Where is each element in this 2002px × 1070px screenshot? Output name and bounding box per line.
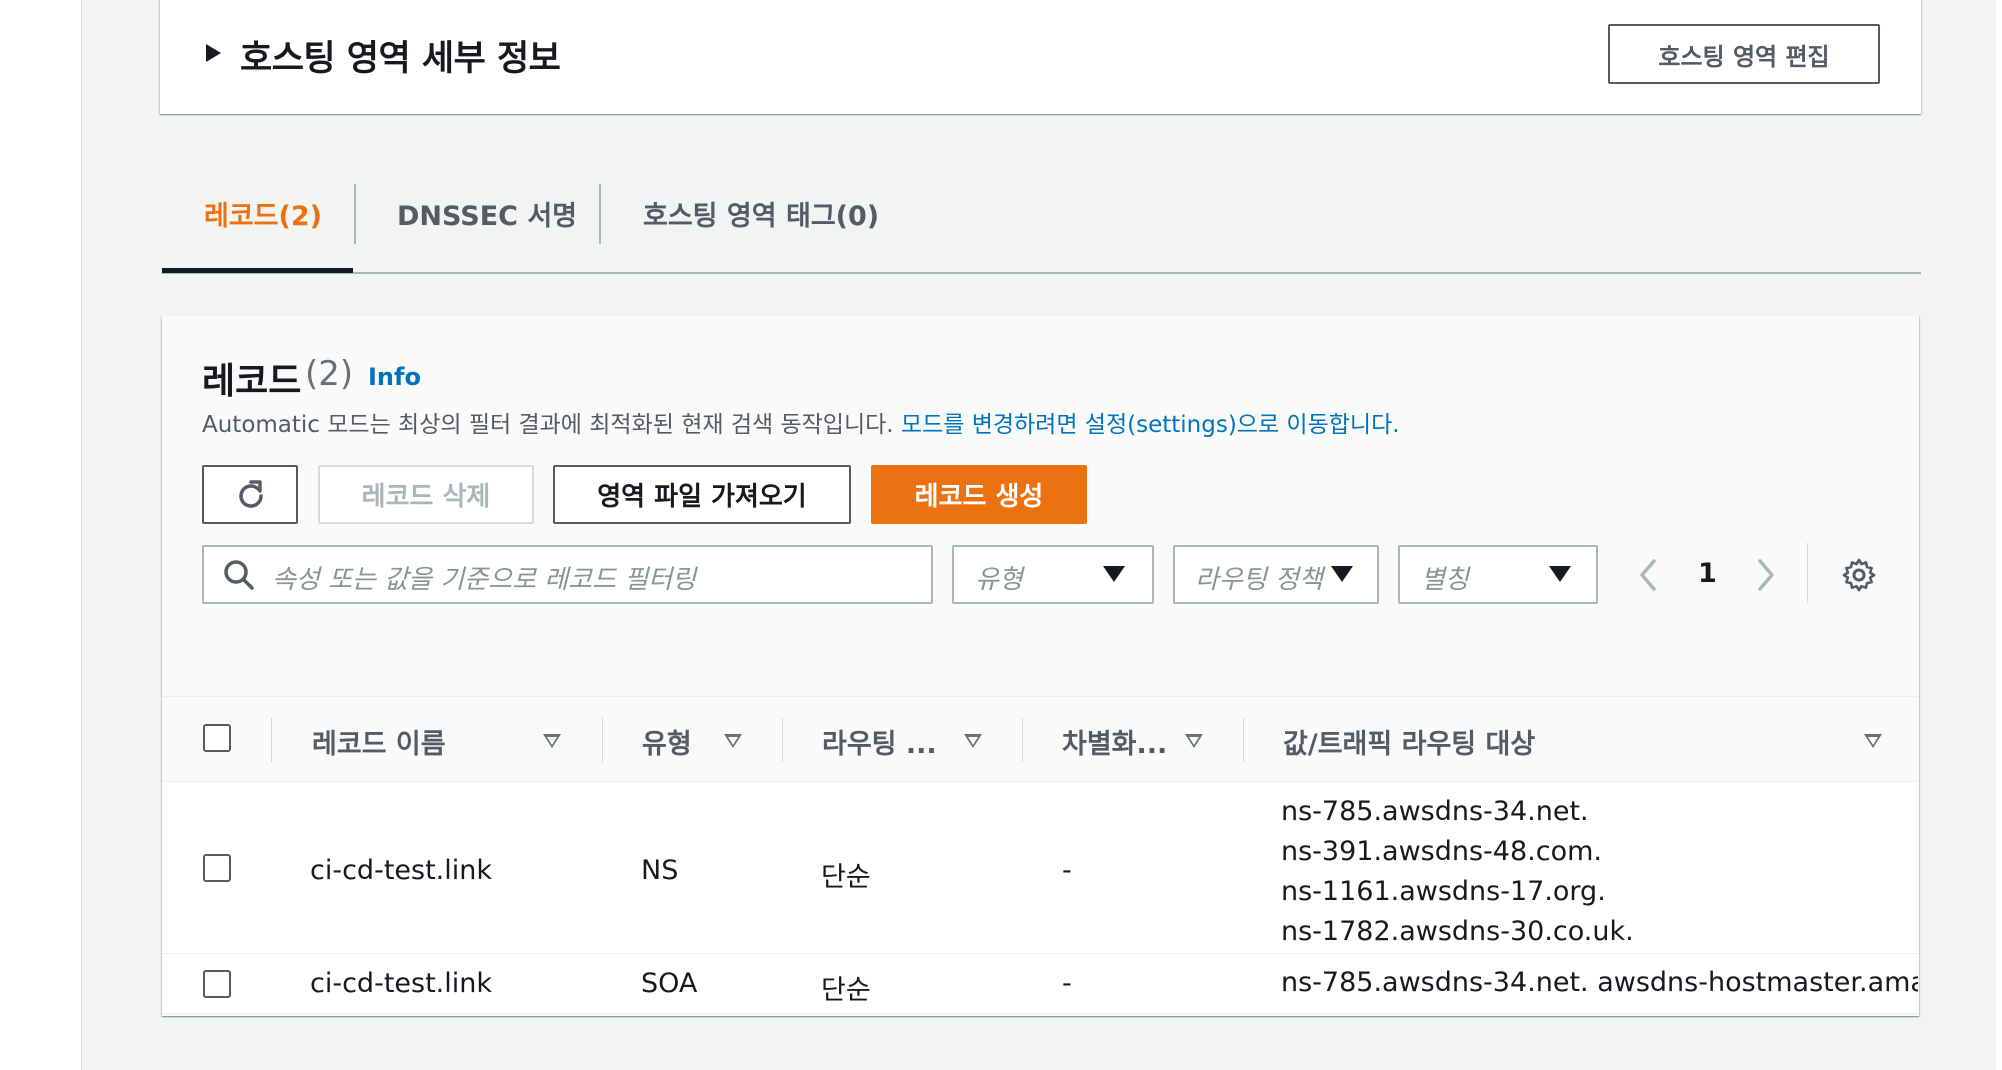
differentiator-cell: - bbox=[1062, 968, 1072, 999]
refresh-button[interactable] bbox=[202, 465, 298, 524]
active-tab-indicator bbox=[162, 268, 353, 273]
column-divider bbox=[782, 718, 783, 762]
alias-select-placeholder: 별칭 bbox=[1421, 565, 1469, 595]
create-record-button[interactable]: 레코드 생성 bbox=[871, 465, 1087, 524]
type-select-caret-icon bbox=[1103, 566, 1125, 582]
record-value-cell: ns-785.awsdns-34.net. ns-391.awsdns-48.c… bbox=[1281, 792, 1634, 952]
column-divider bbox=[1022, 718, 1023, 762]
alias-select-caret-icon bbox=[1549, 566, 1571, 582]
column-header-differentiator[interactable]: 차별화... bbox=[1062, 722, 1167, 761]
records-heading: 레코드 bbox=[202, 361, 302, 402]
records-count: (2) bbox=[305, 354, 354, 394]
column-header-value[interactable]: 값/트래픽 라우팅 대상 bbox=[1283, 722, 1535, 761]
refresh-icon bbox=[239, 480, 263, 508]
tab-divider bbox=[354, 184, 356, 244]
tabs-baseline bbox=[162, 272, 1921, 274]
record-value-line: ns-391.awsdns-48.com. bbox=[1281, 836, 1602, 867]
pager-divider bbox=[1807, 543, 1808, 603]
hosted-zone-details-title[interactable]: 호스팅 영역 세부 정보 bbox=[240, 30, 561, 81]
routing-policy-cell: 단순 bbox=[821, 975, 871, 1006]
routing-policy-select-caret-icon bbox=[1331, 566, 1353, 582]
sort-routing-icon[interactable] bbox=[964, 734, 982, 748]
row-checkbox[interactable] bbox=[203, 970, 231, 998]
settings-link[interactable]: 모드를 변경하려면 설정(settings)으로 이동합니다. bbox=[901, 412, 1400, 438]
sort-value-icon[interactable] bbox=[1864, 734, 1882, 748]
column-divider bbox=[602, 718, 603, 762]
record-type-cell: NS bbox=[641, 855, 679, 886]
expand-caret-icon[interactable] bbox=[206, 44, 221, 62]
import-zone-file-button[interactable]: 영역 파일 가져오기 bbox=[553, 465, 851, 524]
tab-records[interactable]: 레코드(2) bbox=[204, 194, 322, 233]
column-divider bbox=[1243, 718, 1244, 762]
settings-gear-icon[interactable] bbox=[1841, 557, 1877, 593]
sort-record-name-icon[interactable] bbox=[543, 734, 561, 748]
record-name-cell: ci-cd-test.link bbox=[310, 855, 492, 886]
record-name-cell: ci-cd-test.link bbox=[310, 968, 492, 999]
right-edge bbox=[1996, 0, 2002, 1070]
delete-record-button[interactable]: 레코드 삭제 bbox=[318, 465, 534, 524]
differentiator-cell: - bbox=[1062, 855, 1072, 886]
record-type-cell: SOA bbox=[641, 968, 698, 999]
next-page-icon[interactable] bbox=[1754, 557, 1778, 593]
tab-divider bbox=[599, 184, 601, 244]
left-navigation-strip bbox=[0, 0, 82, 1070]
select-all-checkbox[interactable] bbox=[203, 724, 231, 752]
filter-placeholder: 속성 또는 값을 기준으로 레코드 필터링 bbox=[272, 565, 697, 595]
record-value-line: ns-785.awsdns-34.net. bbox=[1281, 796, 1589, 827]
column-header-record-name[interactable]: 레코드 이름 bbox=[312, 722, 446, 761]
column-header-routing[interactable]: 라우팅 ... bbox=[822, 722, 937, 761]
record-value-cell: ns-785.awsdns-34.net. awsdns-hostmaster.… bbox=[1281, 967, 1918, 1007]
record-value-text: ns-785.awsdns-34.net. awsdns-hostmaster.… bbox=[1281, 967, 1918, 998]
current-page-number[interactable]: 1 bbox=[1698, 558, 1717, 589]
column-divider bbox=[271, 718, 272, 762]
info-link[interactable]: Info bbox=[368, 363, 421, 391]
previous-page-icon[interactable] bbox=[1636, 557, 1660, 593]
search-mode-description: Automatic 모드는 최상의 필터 결과에 최적화된 현재 검색 동작입니… bbox=[202, 405, 1400, 439]
edit-hosted-zone-button[interactable]: 호스팅 영역 편집 bbox=[1608, 24, 1880, 84]
routing-policy-cell: 단순 bbox=[821, 862, 871, 893]
sort-differentiator-icon[interactable] bbox=[1185, 734, 1203, 748]
search-icon bbox=[224, 560, 254, 590]
record-value-line: ns-1161.awsdns-17.org. bbox=[1281, 876, 1606, 907]
column-header-type[interactable]: 유형 bbox=[642, 722, 692, 761]
sort-type-icon[interactable] bbox=[724, 734, 742, 748]
search-mode-text: Automatic 모드는 최상의 필터 결과에 최적화된 현재 검색 동작입니… bbox=[202, 412, 894, 438]
row-checkbox[interactable] bbox=[203, 854, 231, 882]
tab-hosted-zone-tags[interactable]: 호스팅 영역 태그(0) bbox=[643, 194, 879, 233]
routing-policy-select-placeholder: 라우팅 정책 bbox=[1195, 565, 1323, 595]
type-select-placeholder: 유형 bbox=[975, 565, 1023, 595]
tab-dnssec-signing[interactable]: DNSSEC 서명 bbox=[397, 194, 577, 233]
record-value-line: ns-1782.awsdns-30.co.uk. bbox=[1281, 916, 1634, 947]
